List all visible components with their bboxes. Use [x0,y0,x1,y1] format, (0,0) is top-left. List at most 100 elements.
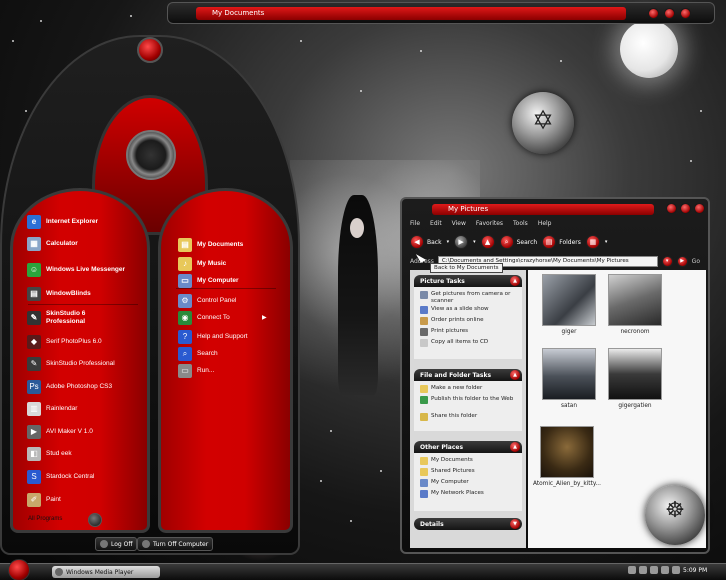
explorer-title: My Pictures [448,205,489,213]
task-link[interactable]: Make a new folder [420,385,520,393]
back-label: Back [427,238,442,246]
volume-icon[interactable] [661,566,669,574]
menu-view[interactable]: View [452,220,466,230]
expand-chevron-icon[interactable]: ▼ [510,519,520,529]
menu-help[interactable]: Help [538,220,552,230]
file-item[interactable]: satan [534,348,604,409]
start-menu-item[interactable]: ⌕ Search [178,347,218,361]
task-link[interactable]: My Documents [420,457,520,465]
tray-icon[interactable] [650,566,658,574]
task-link[interactable]: My Network Places [420,490,520,498]
pentagram-icon: ✡ [532,106,554,136]
task-link[interactable]: Print pictures [420,328,520,336]
views-icon[interactable]: ▦ [585,235,600,249]
turn-off-label: Turn Off Computer [153,540,209,548]
views-dropdown-icon[interactable]: ▾ [605,239,608,245]
up-folder-icon[interactable]: ▲ [480,235,495,249]
start-menu-item-label: Serif PhotoPlus 6.0 [46,338,102,345]
task-link[interactable]: Publish this folder to the Web [420,396,520,404]
start-menu-item[interactable]: ▥ Rainlendar [27,402,77,416]
taskbar-button[interactable]: Windows Media Player [52,566,160,578]
maximize-button[interactable] [664,8,675,19]
address-dropdown-icon[interactable]: ▾ [661,255,673,267]
forward-arrow-icon[interactable]: ▶ [454,235,469,249]
start-menu-item-label: My Documents [197,241,244,248]
task-icon [420,317,428,325]
start-menu-item[interactable]: e Internet Explorer [27,215,98,229]
file-item[interactable]: Atomic_Alien_by_kitty... [530,426,604,487]
picture-tasks-header[interactable]: Picture Tasks ▲ [414,275,522,287]
start-menu-item[interactable]: ◉ Connect To [178,311,230,325]
separator [176,288,276,289]
back-dropdown-icon[interactable]: ▾ [447,239,450,245]
network-icon[interactable] [672,566,680,574]
my-music-icon: ♪ [178,257,192,271]
system-tray: 5:09 PM [628,566,707,574]
task-link[interactable]: Order prints online [420,317,520,325]
close-button[interactable] [680,8,691,19]
tray-icon[interactable] [639,566,647,574]
task-link[interactable]: View as a slide show [420,306,520,314]
file-item[interactable]: giger [534,274,604,335]
other-places-header[interactable]: Other Places ▲ [414,441,522,453]
collapse-chevron-icon[interactable]: ▲ [510,276,520,286]
start-menu-item-label: Calculator [46,240,78,247]
file-item[interactable]: gigergatien [600,348,670,409]
start-menu-item[interactable]: ▦ Calculator [27,237,78,251]
toolbar: ◀ Back ▾ ▶ ▾ ▲ ⌕ Search ▤ Folders ▦ ▾ [410,233,700,251]
start-menu-item[interactable]: S Stardock Central [27,470,94,484]
minimize-button[interactable] [648,8,659,19]
log-off-button[interactable]: Log Off [95,537,138,551]
my-documents-window-caption[interactable]: My Documents [167,2,715,24]
all-programs-label[interactable]: All Programs [28,516,62,522]
start-menu-item[interactable]: ✐ Paint [27,493,61,507]
menu-tools[interactable]: Tools [513,220,528,230]
task-link[interactable]: Copy all items to CD [420,339,520,347]
start-menu-item[interactable]: ▶ AVI Maker V 1.0 [27,425,93,439]
clock[interactable]: 5:09 PM [683,567,707,574]
all-programs-arrow-icon[interactable] [88,513,102,527]
maximize-button[interactable] [680,203,691,214]
start-menu-item[interactable]: ◆ Serif PhotoPlus 6.0 [27,335,102,349]
start-menu-item-label: Internet Explorer [46,218,99,225]
search-button[interactable]: ⌕ Search [499,235,537,249]
start-button[interactable] [8,559,30,580]
forward-dropdown-icon[interactable]: ▾ [473,239,476,245]
task-link[interactable]: Shared Pictures [420,468,520,476]
menu-file[interactable]: File [410,220,420,230]
start-menu-item[interactable]: Ps Adobe Photoshop CS3 [27,380,112,394]
start-menu-item[interactable]: ▤ WindowBlinds [27,287,91,301]
start-menu-item[interactable]: ◧ Stud eek [27,447,72,461]
back-button[interactable]: ◀ Back [410,235,442,249]
collapse-chevron-icon[interactable]: ▲ [510,370,520,380]
search-icon: ⌕ [499,235,514,249]
go-button[interactable]: Go [692,258,700,265]
start-menu-item[interactable]: ✎ SkinStudio Professional [27,357,115,371]
file-item[interactable]: necronom [600,274,670,335]
start-menu-item[interactable]: ? Help and Support [178,330,248,344]
close-button[interactable] [694,203,705,214]
minimize-button[interactable] [666,203,677,214]
task-link[interactable]: My Computer [420,479,520,487]
folders-button[interactable]: ▤ Folders [542,235,581,249]
start-menu-item[interactable]: ▭ Run... [178,364,214,378]
collapse-chevron-icon[interactable]: ▲ [510,442,520,452]
explorer-caption[interactable]: My Pictures [406,202,706,217]
turn-off-button[interactable]: Turn Off Computer [137,537,214,551]
details-header[interactable]: Details ▼ [414,518,522,530]
menu-favorites[interactable]: Favorites [476,220,503,230]
start-menu-item[interactable]: ♪ My Music [178,257,226,271]
start-menu-item[interactable]: ☺ Windows Live Messenger [27,263,125,277]
go-arrow-icon[interactable]: ▶ [676,255,688,267]
start-menu-item[interactable]: ▭ My Computer [178,274,239,288]
tray-icon[interactable] [628,566,636,574]
menu-edit[interactable]: Edit [430,220,442,230]
start-menu-item[interactable]: ✎ SkinStudio 6 Professional [27,310,126,326]
file-folder-tasks-header[interactable]: File and Folder Tasks ▲ [414,369,522,381]
start-menu-item[interactable]: ⚙ Control Panel [178,294,236,308]
other-places-title: Other Places [420,444,464,451]
task-link[interactable]: Get pictures from camera or scanner [420,291,520,304]
task-link[interactable]: Share this folder [420,413,520,421]
start-menu-item[interactable]: ▤ My Documents [178,238,243,252]
task-link-label: Share this folder [431,413,478,419]
